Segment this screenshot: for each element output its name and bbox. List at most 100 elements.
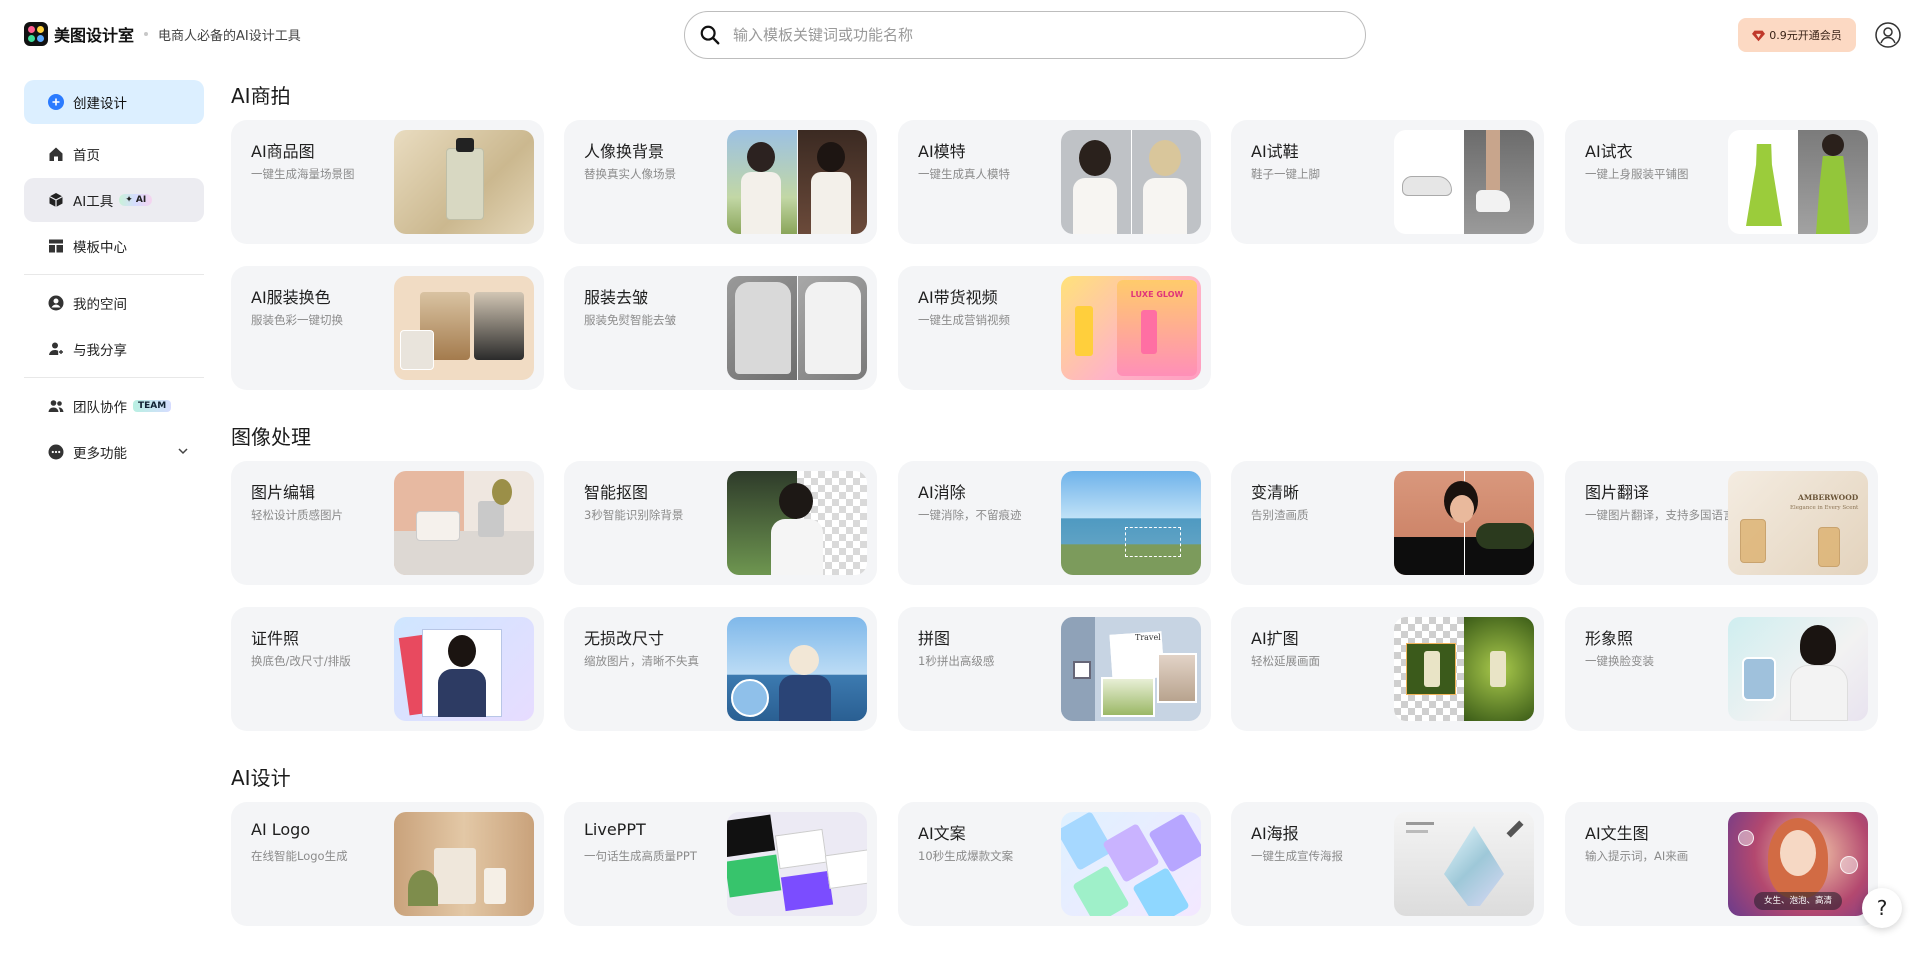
user-avatar-button[interactable] (1871, 18, 1905, 52)
card-title: 无损改尺寸 (584, 629, 665, 648)
separator-dot (144, 32, 149, 36)
card-ai-expand[interactable]: AI扩图 轻松延展画面 (1231, 607, 1544, 731)
card-title: AI文生图 (1585, 824, 1649, 843)
sidebar-item-home[interactable]: 首页 (24, 132, 204, 176)
card-ai-poster[interactable]: AI海报 一键生成宣传海报 (1231, 802, 1544, 926)
card-desc: 轻松延展画面 (1251, 654, 1320, 668)
text2img-tags: 女生、泡泡、高清 (1754, 892, 1842, 910)
logo-mark-icon (24, 22, 48, 46)
brand-logo[interactable]: 美图设计室 电商人必备的AI设计工具 (24, 22, 301, 46)
sidebar-item-shared[interactable]: 与我分享 (24, 327, 204, 371)
search-input[interactable] (733, 26, 1313, 44)
card-ai-model[interactable]: AI模特 一键生成真人模特 (898, 120, 1211, 244)
card-desc: 一键生成宣传海报 (1251, 849, 1343, 863)
card-desc: 替换真实人像场景 (584, 167, 676, 181)
card-ai-cloth-try[interactable]: AI试衣 一键上身服装平铺图 (1565, 120, 1878, 244)
card-ai-cloth-color[interactable]: AI服装换色 服装色彩一键切换 (231, 266, 544, 390)
card-desc: 告别渣画质 (1251, 508, 1309, 522)
card-desc: 缩放图片，清晰不失真 (584, 654, 699, 668)
card-smart-cutout[interactable]: 智能抠图 3秒智能识别除背景 (564, 461, 877, 585)
card-title: LivePPT (584, 820, 646, 839)
card-desc: 服装色彩一键切换 (251, 313, 343, 327)
card-desc: 一键消除，不留痕迹 (918, 508, 1022, 522)
ai-badge: ✦ AI (119, 194, 153, 206)
sidebar-item-more[interactable]: 更多功能 (24, 430, 204, 474)
create-design-button[interactable]: 创建设计 (24, 80, 204, 124)
search-icon (700, 25, 720, 45)
card-lossless-resize[interactable]: 无损改尺寸 缩放图片，清晰不失真 (564, 607, 877, 731)
sidebar-item-label: 更多功能 (73, 446, 127, 462)
card-image-edit[interactable]: 图片编辑 轻松设计质感图片 (231, 461, 544, 585)
collage-note-text: Travel (1135, 633, 1161, 642)
layout-icon (48, 238, 64, 254)
sidebar-item-label: 模板中心 (73, 240, 127, 256)
sidebar-item-templates[interactable]: 模板中心 (24, 224, 204, 268)
card-title: 形象照 (1585, 629, 1634, 648)
card-desc: 一键图片翻译，支持多国语言 (1585, 508, 1735, 522)
card-ai-erase[interactable]: AI消除 一键消除，不留痕迹 (898, 461, 1211, 585)
sidebar: 创建设计 首页 AI工具 ✦ AI 模板中心 我的空间 与我分享 团队协作 TE… (24, 80, 204, 476)
card-desc: 10秒生成爆款文案 (918, 849, 1014, 863)
sidebar-divider (24, 274, 204, 275)
card-sharpen[interactable]: 变清晰 告别渣画质 (1231, 461, 1544, 585)
card-thumbnail: 女生、泡泡、高清 (1728, 812, 1868, 916)
card-title: AI模特 (918, 142, 966, 161)
section-title-ai-shoot: AI商拍 (231, 84, 291, 108)
card-thumbnail: Travel (1061, 617, 1201, 721)
card-thumbnail (394, 130, 534, 234)
card-thumbnail (1728, 130, 1868, 234)
vip-button[interactable]: 0.9元开通会员 (1738, 18, 1856, 52)
card-collage[interactable]: 拼图 1秒拼出高级感 Travel (898, 607, 1211, 731)
card-title: AI带货视频 (918, 288, 998, 307)
card-thumbnail (394, 812, 534, 916)
sidebar-item-label: 与我分享 (73, 343, 127, 359)
sidebar-item-ai-tools[interactable]: AI工具 ✦ AI (24, 178, 204, 222)
card-ai-shoe-try[interactable]: AI试鞋 鞋子一键上脚 (1231, 120, 1544, 244)
card-title: AI Logo (251, 820, 311, 839)
card-ai-product-photo[interactable]: AI商品图 一键生成海量场景图 (231, 120, 544, 244)
card-desc: 一键上身服装平铺图 (1585, 167, 1689, 181)
brand-slogan: 电商人必备的AI设计工具 (158, 28, 301, 44)
card-avatar-photo[interactable]: 形象照 一键换脸变装 (1565, 607, 1878, 731)
card-desc: 换底色/改尺寸/排版 (251, 654, 351, 668)
translate-brand-text: AMBERWOOD (1798, 493, 1859, 502)
card-id-photo[interactable]: 证件照 换底色/改尺寸/排版 (231, 607, 544, 731)
card-thumbnail (1394, 812, 1534, 916)
card-title: 证件照 (251, 629, 300, 648)
sidebar-item-team[interactable]: 团队协作 TEAM (24, 384, 204, 428)
card-title: 拼图 (918, 629, 951, 648)
card-thumbnail (1394, 471, 1534, 575)
card-thumbnail: AMBERWOOD Elegance in Every Scent (1728, 471, 1868, 575)
card-ai-copywriting[interactable]: AI文案 10秒生成爆款文案 (898, 802, 1211, 926)
card-desc: 一键生成海量场景图 (251, 167, 355, 181)
card-thumbnail (727, 812, 867, 916)
sidebar-item-label: 团队协作 (73, 400, 127, 416)
card-desc: 服装免熨智能去皱 (584, 313, 676, 327)
card-thumbnail (727, 617, 867, 721)
card-title: AI海报 (1251, 824, 1299, 843)
card-ai-video[interactable]: AI带货视频 一键生成营销视频 LUXE GLOW (898, 266, 1211, 390)
card-wrinkle-removal[interactable]: 服装去皱 服装免熨智能去皱 (564, 266, 877, 390)
team-badge: TEAM (133, 400, 172, 412)
card-ai-text-to-image[interactable]: AI文生图 输入提示词，AI来画 女生、泡泡、高清 (1565, 802, 1878, 926)
search-bar[interactable] (684, 11, 1366, 59)
chevron-down-icon (178, 448, 188, 455)
video-banner-text: LUXE GLOW (1130, 290, 1184, 299)
sidebar-divider (24, 377, 204, 378)
help-button[interactable]: ? (1862, 888, 1902, 928)
sidebar-item-my-space[interactable]: 我的空间 (24, 281, 204, 325)
card-ai-logo[interactable]: AI Logo 在线智能Logo生成 (231, 802, 544, 926)
card-desc: 鞋子一键上脚 (1251, 167, 1320, 181)
card-desc: 输入提示词，AI来画 (1585, 849, 1689, 863)
card-desc: 一键生成营销视频 (918, 313, 1010, 327)
card-desc: 一键生成真人模特 (918, 167, 1010, 181)
card-title: AI服装换色 (251, 288, 331, 307)
card-image-translate[interactable]: 图片翻译 一键图片翻译，支持多国语言 AMBERWOOD Elegance in… (1565, 461, 1878, 585)
card-desc: 一句话生成高质量PPT (584, 849, 697, 863)
card-thumbnail (394, 276, 534, 380)
user-circle-icon (48, 295, 64, 311)
create-design-label: 创建设计 (73, 96, 127, 112)
card-live-ppt[interactable]: LivePPT 一句话生成高质量PPT (564, 802, 877, 926)
brand-name: 美图设计室 (54, 26, 135, 45)
card-portrait-bg[interactable]: 人像换背景 替换真实人像场景 (564, 120, 877, 244)
